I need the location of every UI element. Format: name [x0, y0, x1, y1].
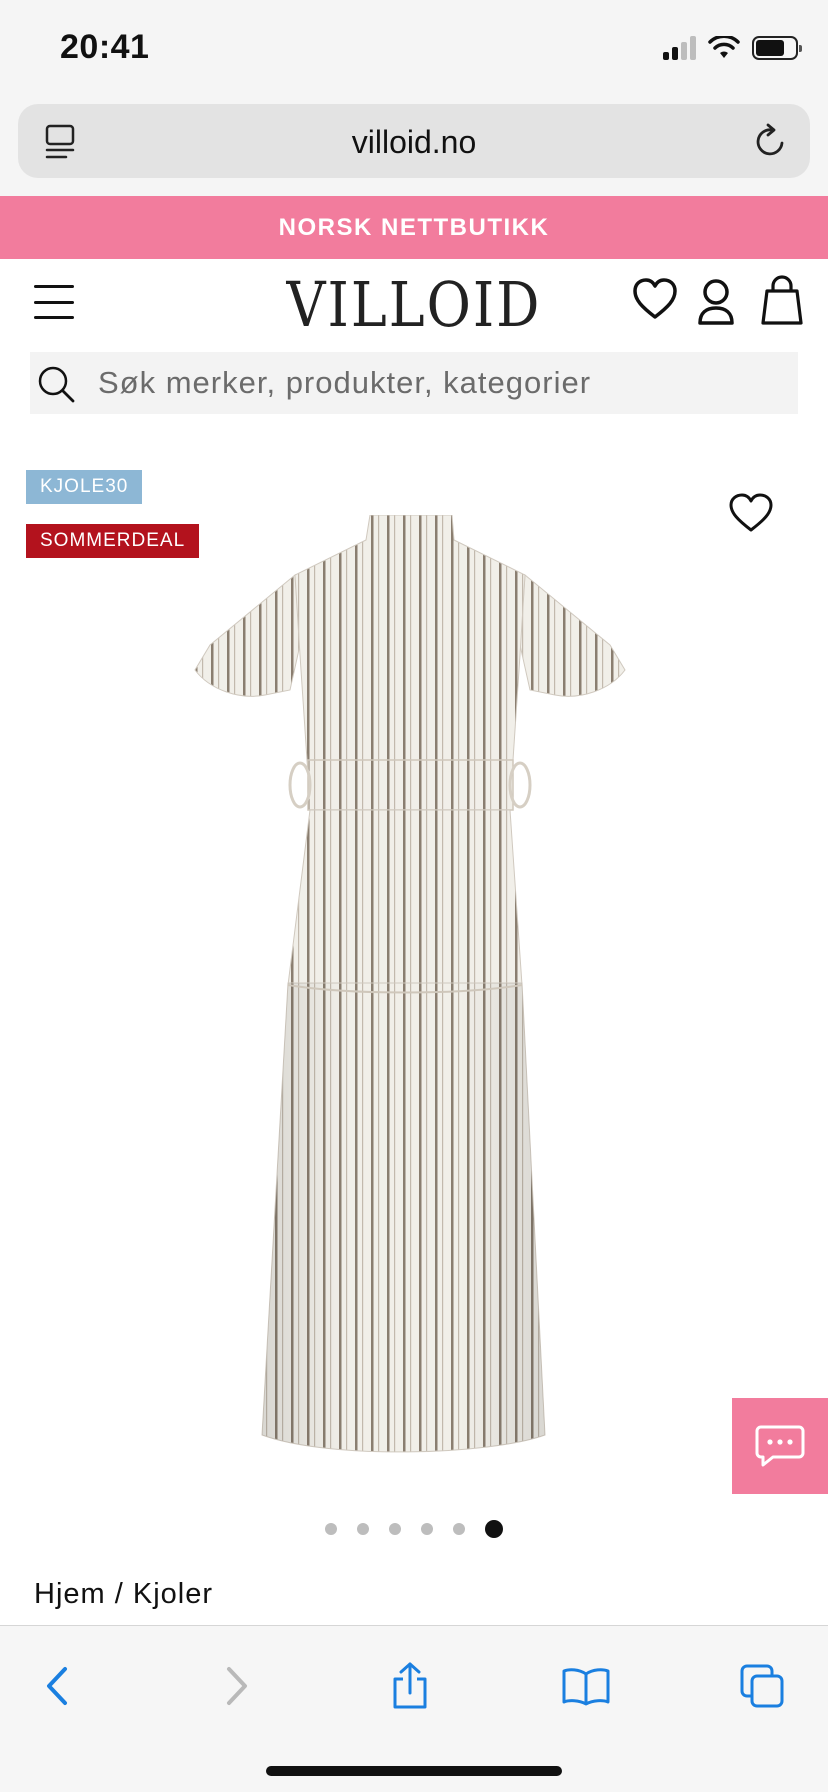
gallery-dot[interactable]: [325, 1523, 337, 1535]
product-gallery[interactable]: KJOLE30 SOMMERDEAL: [0, 430, 828, 1538]
bookmarks-button[interactable]: [556, 1656, 616, 1716]
promo-code-badge: KJOLE30: [26, 470, 143, 504]
heart-icon[interactable]: [632, 277, 678, 321]
browser-bottom-toolbar: [0, 1625, 828, 1792]
wifi-icon: [708, 36, 740, 58]
deal-badge: SOMMERDEAL: [26, 524, 200, 558]
tabs-icon: [740, 1664, 784, 1708]
battery-icon: [752, 36, 802, 60]
gallery-dot[interactable]: [357, 1523, 369, 1535]
back-button[interactable]: [28, 1656, 88, 1716]
home-indicator[interactable]: [266, 1766, 562, 1776]
gallery-pagination: [0, 1520, 828, 1538]
chat-bubble-icon: [755, 1425, 805, 1467]
bag-icon[interactable]: [760, 275, 804, 327]
share-icon: [393, 1662, 427, 1709]
gallery-dot[interactable]: [389, 1523, 401, 1535]
search-icon: [38, 366, 75, 403]
product-image-dress[interactable]: [190, 515, 640, 1475]
share-button[interactable]: [380, 1656, 440, 1716]
address-bar[interactable]: villoid.no: [18, 104, 810, 178]
tabs-button[interactable]: [732, 1656, 792, 1716]
status-bar: 20:41: [0, 0, 828, 100]
gallery-dot-active[interactable]: [485, 1520, 503, 1538]
chat-button[interactable]: [732, 1398, 828, 1494]
search-bar[interactable]: [30, 352, 798, 414]
bookmarks-icon: [562, 1668, 610, 1706]
back-icon: [47, 1667, 67, 1705]
status-time: 20:41: [60, 28, 150, 66]
gallery-dot[interactable]: [453, 1523, 465, 1535]
promo-banner[interactable]: NORSK NETTBUTIKK: [0, 196, 828, 259]
account-icon[interactable]: [696, 277, 736, 327]
breadcrumb-category-link[interactable]: Kjoler: [133, 1578, 213, 1610]
reload-icon[interactable]: [752, 122, 788, 160]
gallery-dot[interactable]: [421, 1523, 433, 1535]
wishlist-heart-icon[interactable]: [728, 492, 774, 534]
cellular-signal-icon: [663, 36, 696, 60]
breadcrumb: Hjem / Kjoler: [34, 1578, 213, 1611]
forward-button[interactable]: [206, 1656, 266, 1716]
search-input[interactable]: [98, 352, 788, 414]
breadcrumb-home-link[interactable]: Hjem: [34, 1578, 106, 1610]
url-text: villoid.no: [351, 124, 477, 160]
breadcrumb-separator: /: [114, 1578, 124, 1610]
browser-top-bar: villoid.no: [0, 100, 828, 196]
status-icons: [663, 36, 802, 60]
forward-icon: [227, 1667, 247, 1705]
site-header: VILLOID: [0, 259, 828, 351]
